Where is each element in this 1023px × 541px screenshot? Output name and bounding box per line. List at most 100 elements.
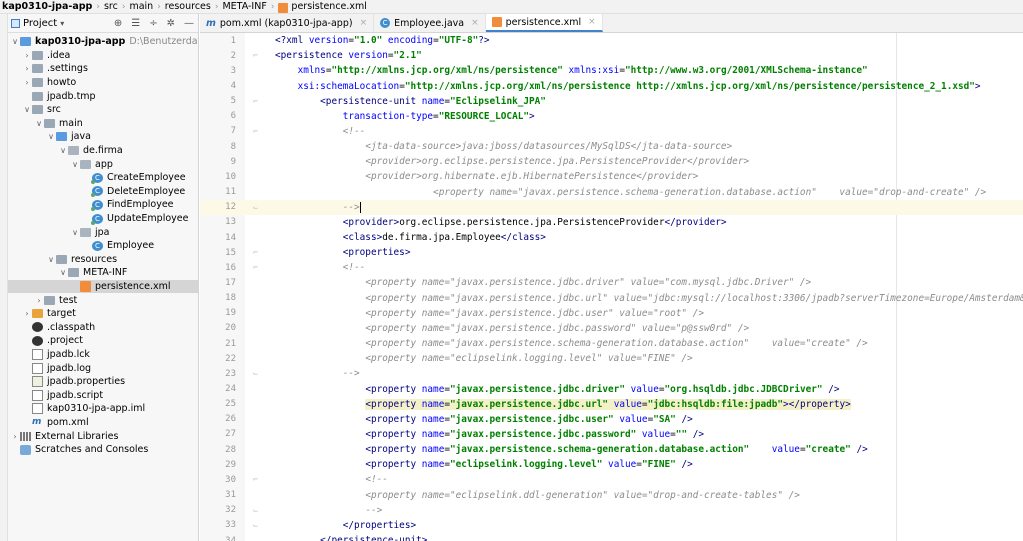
code-line[interactable]: 8 <jta-data-source>java:jboss/datasource… [200,139,1023,154]
code-line[interactable]: 27 <property name="javax.persistence.jdb… [200,427,1023,442]
chevron-down-icon[interactable]: ∨ [70,228,80,237]
collapse-all-icon[interactable]: ☰ [131,18,140,29]
code-line[interactable]: 20 <property name="javax.persistence.jdb… [200,321,1023,336]
code-line[interactable]: 30 ⌐ <!-- [200,472,1023,487]
fold-marker-icon[interactable]: ⌙ [236,369,275,378]
editor-tab[interactable]: C Employee.java × [374,14,486,32]
tree-item[interactable]: ∨ META-INF [8,266,198,280]
locate-icon[interactable]: ⊕ [114,18,122,29]
chevron-down-icon[interactable]: ∨ [58,146,68,155]
tree-item[interactable]: › .idea [8,49,198,63]
chevron-down-icon[interactable]: ∨ [70,160,80,169]
code-line[interactable]: 16 ⌐ <!-- [200,260,1023,275]
chevron-down-icon[interactable]: ∨ [46,132,56,141]
fold-marker-icon[interactable]: ⌙ [236,203,275,212]
tree-item[interactable]: C Employee [8,239,198,253]
code-line[interactable]: 33 ⌙ </properties> [200,518,1023,533]
breadcrumb-item[interactable]: main [129,1,153,12]
code-line[interactable]: 26 <property name="javax.persistence.jdb… [200,412,1023,427]
tree-item[interactable]: ∨ main [8,117,198,131]
code-line[interactable]: 12 ⌙ --> [200,199,1023,215]
code-line[interactable]: 17 <property name="javax.persistence.jdb… [200,275,1023,290]
code-line[interactable]: 34 </persistence-unit> [200,533,1023,541]
tree-item[interactable]: jpadb.properties [8,375,198,389]
expand-icon[interactable]: ÷ [149,18,157,29]
fold-marker-icon[interactable]: ⌐ [236,475,275,484]
tree-item[interactable]: C DeleteEmployee [8,185,198,199]
chevron-right-icon[interactable]: › [22,78,32,87]
code-line[interactable]: 31 <property name="eclipselink.ddl-gener… [200,488,1023,503]
breadcrumb-item[interactable]: persistence.xml [291,1,367,12]
fold-marker-icon[interactable]: ⌐ [236,51,275,60]
close-icon[interactable]: × [471,18,479,28]
code-line[interactable]: 9 <provider>org.eclipse.persistence.jpa.… [200,154,1023,169]
chevron-right-icon[interactable]: › [22,309,32,318]
code-line[interactable]: 13 <provider>org.eclipse.persistence.jpa… [200,215,1023,230]
fold-marker-icon[interactable]: ⌐ [236,263,275,272]
tree-item[interactable]: › .settings [8,62,198,76]
tree-item[interactable]: .classpath [8,320,198,334]
code-line[interactable]: 21 <property name="javax.persistence.sch… [200,336,1023,351]
breadcrumb-item[interactable]: resources [165,1,211,12]
chevron-right-icon[interactable]: › [22,51,32,60]
gear-icon[interactable]: ✲ [167,18,175,29]
code-line[interactable]: 19 <property name="javax.persistence.jdb… [200,306,1023,321]
code-line[interactable]: 14 <class>de.firma.jpa.Employee</class> [200,230,1023,245]
close-icon[interactable]: × [360,18,368,28]
fold-marker-icon[interactable]: ⌙ [236,506,275,515]
chevron-down-icon[interactable]: ▾ [60,19,64,28]
fold-marker-icon[interactable]: ⌐ [236,97,275,106]
tree-item[interactable]: m pom.xml [8,416,198,430]
code-line[interactable]: 25 <property name="javax.persistence.jdb… [200,397,1023,412]
tree-item[interactable]: › External Libraries [8,429,198,443]
code-editor[interactable]: 1 <?xml version="1.0" encoding="UTF-8"?> 2… [200,33,1023,541]
breadcrumb-item[interactable]: src [104,1,118,12]
tree-item[interactable]: jpadb.tmp [8,89,198,103]
chevron-down-icon[interactable]: ∨ [34,119,44,128]
tree-item[interactable]: ∨ jpa [8,225,198,239]
code-line[interactable]: 4 xsi:schemaLocation="http://xmlns.jcp.o… [200,78,1023,93]
tree-item[interactable]: ∨ app [8,157,198,171]
tree-item[interactable]: ∨ de.firma [8,144,198,158]
fold-marker-icon[interactable]: ⌙ [236,521,275,530]
editor-tab[interactable]: m pom.xml (kap0310-jpa-app) × [200,14,375,32]
code-line[interactable]: 7 ⌐ <!-- [200,124,1023,139]
code-line[interactable]: 6 transaction-type="RESOURCE_LOCAL"> [200,109,1023,124]
code-line[interactable]: 11 <property name="javax.persistence.sch… [200,185,1023,200]
tree-item[interactable]: jpadb.script [8,388,198,402]
code-line[interactable]: 22 <property name="eclipselink.logging.l… [200,351,1023,366]
tree-item[interactable]: C FindEmployee [8,198,198,212]
code-line[interactable]: 1 <?xml version="1.0" encoding="UTF-8"?> [200,33,1023,48]
code-line[interactable]: 3 xmlns="http://xmlns.jcp.org/xml/ns/per… [200,63,1023,78]
chevron-down-icon[interactable]: ∨ [58,268,68,277]
code-line[interactable]: 24 <property name="javax.persistence.jdb… [200,381,1023,396]
code-line[interactable]: 28 <property name="javax.persistence.sch… [200,442,1023,457]
code-line[interactable]: 23 ⌙ --> [200,366,1023,381]
chevron-right-icon[interactable]: › [34,296,44,305]
tree-item[interactable]: kap0310-jpa-app.iml [8,402,198,416]
hide-icon[interactable]: — [184,18,194,29]
project-panel-title[interactable]: Project [23,18,57,29]
tree-item[interactable]: Scratches and Consoles [8,443,198,457]
code-line[interactable]: 29 <property name="eclipselink.logging.l… [200,457,1023,472]
fold-marker-icon[interactable]: ⌐ [236,248,275,257]
tree-item[interactable]: › test [8,293,198,307]
tree-item[interactable]: C UpdateEmployee [8,212,198,226]
editor-tab[interactable]: persistence.xml × [485,14,603,32]
tree-item[interactable]: ∨ kap0310-jpa-appD:\Benutzerdaten\Merten [8,35,198,49]
tree-item[interactable]: ∨ src [8,103,198,117]
code-line[interactable]: 18 <property name="javax.persistence.jdb… [200,291,1023,306]
chevron-down-icon[interactable]: ∨ [22,105,32,114]
code-line[interactable]: 5 ⌐ <persistence-unit name="Eclipselink_J… [200,94,1023,109]
breadcrumb-item[interactable]: META-INF [222,1,266,12]
chevron-down-icon[interactable]: ∨ [10,37,20,46]
tree-item[interactable]: C CreateEmployee [8,171,198,185]
tree-item[interactable]: › howto [8,76,198,90]
fold-marker-icon[interactable]: ⌐ [236,127,275,136]
tree-item[interactable]: jpadb.log [8,361,198,375]
tree-item[interactable]: .project [8,334,198,348]
chevron-right-icon[interactable]: › [10,432,20,441]
tree-item[interactable]: jpadb.lck [8,348,198,362]
close-icon[interactable]: × [588,17,596,27]
tree-item[interactable]: ∨ resources [8,253,198,267]
